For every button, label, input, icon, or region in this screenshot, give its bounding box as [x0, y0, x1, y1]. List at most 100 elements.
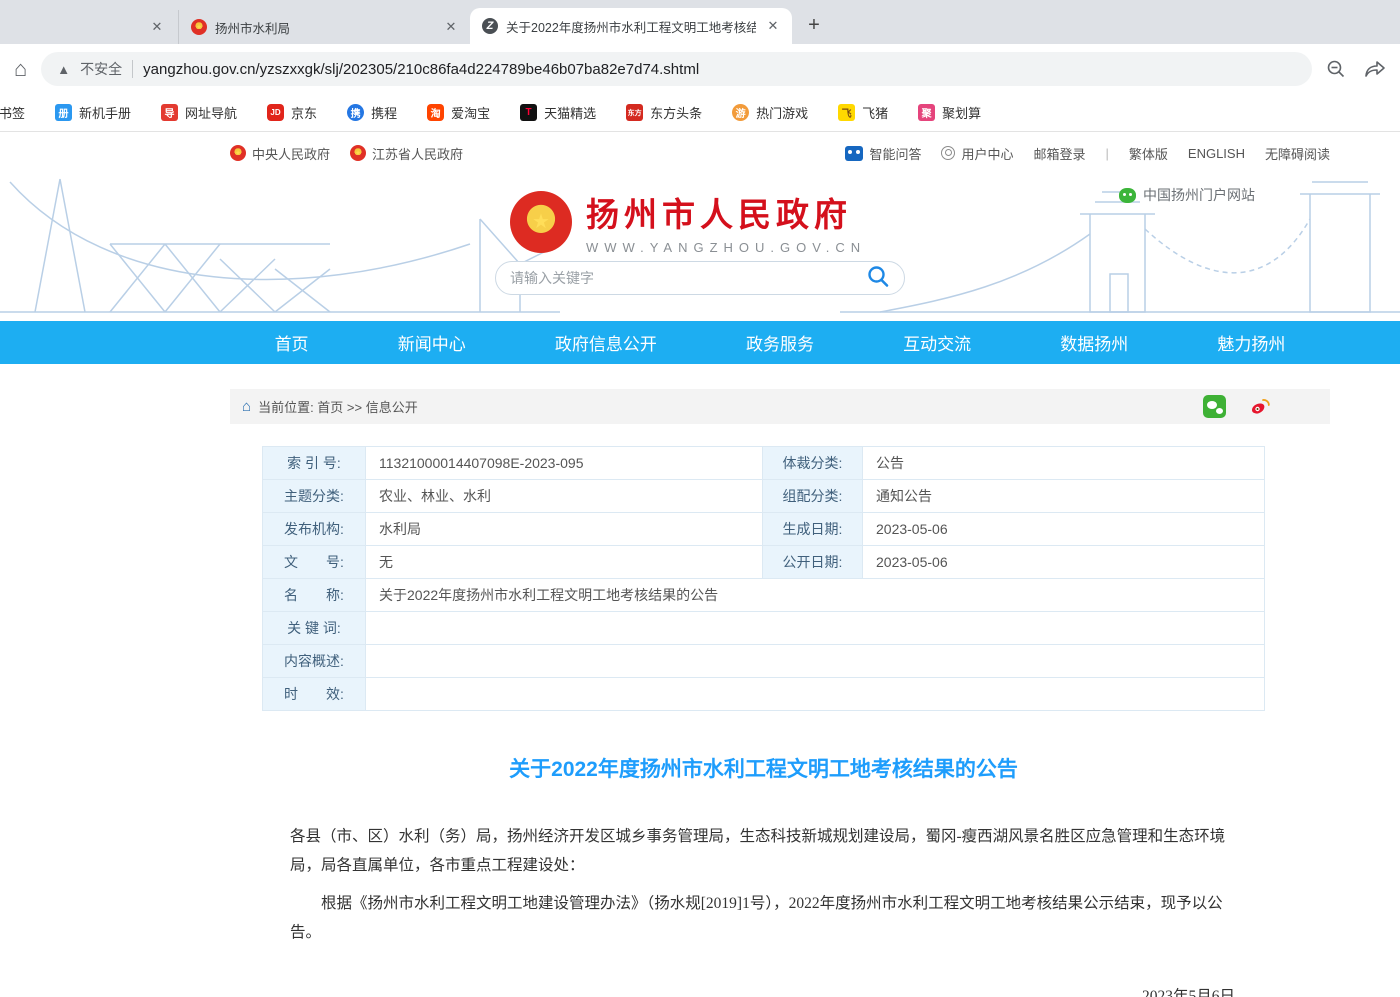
link-english[interactable]: ENGLISH — [1188, 146, 1245, 161]
zoom-out-icon[interactable] — [1326, 59, 1346, 79]
table-row: 文 号: 无 公开日期: 2023-05-06 — [263, 546, 1264, 579]
bookmark-item[interactable]: 游 热门游戏 — [732, 103, 808, 122]
link-mail-login[interactable]: 邮箱登录 — [1033, 144, 1085, 163]
table-row: 主题分类: 农业、林业、水利 组配分类: 通知公告 — [263, 480, 1264, 513]
bookmark-label: 机书签 — [0, 103, 25, 122]
tab-yangzhou-water-bureau[interactable]: ★ 扬州市水利局 ✕ — [178, 10, 470, 44]
bridge-sketch-left — [0, 174, 560, 321]
nav-gov-info-disclosure[interactable]: 政府信息公开 — [555, 330, 657, 355]
field-value: 关于2022年度扬州市水利工程文明工地考核结果的公告 — [366, 579, 1264, 611]
nav-charm-yangzhou[interactable]: 魅力扬州 — [1217, 330, 1285, 355]
breadcrumb: 当前位置: 首页 >> 信息公开 — [258, 397, 418, 416]
home-icon[interactable]: ⌂ — [242, 399, 251, 414]
weibo-share-icon[interactable] — [1248, 395, 1272, 419]
table-row: 名 称: 关于2022年度扬州市水利工程文明工地考核结果的公告 — [263, 579, 1264, 612]
bookmark-label: 爱淘宝 — [451, 103, 490, 122]
share-icon[interactable] — [1364, 59, 1386, 79]
bookmarks-bar: 机书签 册 新机手册 导 网址导航 JD 京东 携 携程 淘 爱淘宝 T 天猫精… — [0, 94, 1400, 132]
bookmark-icon: 导 — [161, 104, 178, 121]
search-input[interactable] — [510, 270, 866, 286]
home-icon[interactable]: ⌂ — [14, 58, 27, 80]
article-title: 关于2022年度扬州市水利工程文明工地考核结果的公告 — [262, 753, 1265, 783]
url-field[interactable]: ▲ 不安全 yangzhou.gov.cn/yzszxxgk/slj/20230… — [41, 52, 1312, 86]
bookmark-icon: 册 — [55, 104, 72, 121]
bookmark-label: 聚划算 — [942, 103, 981, 122]
article-paragraph: 各县（市、区）水利（务）局，扬州经济开发区城乡事务管理局，生态科技新城规划建设局… — [262, 823, 1265, 880]
link-central-government[interactable]: ★ 中央人民政府 — [230, 144, 330, 163]
bookmark-item[interactable]: 淘 爱淘宝 — [427, 103, 490, 122]
nav-news-center[interactable]: 新闻中心 — [398, 330, 466, 355]
bookmark-label: 新机手册 — [79, 103, 131, 122]
bookmark-item[interactable]: T 天猫精选 — [520, 103, 596, 122]
close-icon[interactable]: ✕ — [442, 18, 460, 36]
wechat-icon — [1119, 188, 1136, 203]
new-tab-button[interactable]: + — [800, 11, 828, 39]
close-icon[interactable]: ✕ — [764, 17, 782, 35]
bookmark-item[interactable]: 册 新机手册 — [55, 103, 131, 122]
field-label: 名 称: — [263, 579, 366, 611]
bookmark-label: 携程 — [371, 103, 397, 122]
link-label: 智能问答 — [869, 144, 921, 163]
gov-emblem-icon: ★ — [230, 145, 246, 161]
national-emblem-icon: ★ — [510, 191, 572, 253]
site-url: WWW.YANGZHOU.GOV.CN — [586, 240, 866, 255]
divider — [132, 60, 133, 78]
field-label: 文 号: — [263, 546, 366, 578]
bookmark-icon: 飞 — [838, 104, 855, 121]
field-value — [366, 678, 1264, 710]
bookmark-item[interactable]: 聚 聚划算 — [918, 103, 981, 122]
bookmark-item[interactable]: 导 网址导航 — [161, 103, 237, 122]
site-banner: ★ 扬州市人民政府 WWW.YANGZHOU.GOV.CN 中国扬州门户网站 — [0, 174, 1400, 321]
field-value: 水利局 — [366, 513, 763, 545]
bookmark-item[interactable]: JD 京东 — [267, 103, 317, 122]
field-label: 内容概述: — [263, 645, 366, 677]
divider: | — [1106, 146, 1109, 161]
field-label: 公开日期: — [763, 546, 863, 578]
field-value: 农业、林业、水利 — [366, 480, 763, 512]
field-label: 体裁分类: — [763, 447, 863, 479]
link-smart-qa[interactable]: 智能问答 — [845, 144, 921, 163]
tab-announcement-active[interactable]: Z 关于2022年度扬州市水利工程文明工地考核结果的公告 ✕ — [470, 8, 792, 44]
field-value: 无 — [366, 546, 763, 578]
close-icon[interactable]: ✕ — [148, 18, 166, 36]
gov-emblem-icon: ★ — [191, 19, 207, 35]
nav-data-yangzhou[interactable]: 数据扬州 — [1060, 330, 1128, 355]
link-accessibility[interactable]: 无障碍阅读 — [1265, 144, 1330, 163]
bookmark-label: 网址导航 — [185, 103, 237, 122]
field-label: 生成日期: — [763, 513, 863, 545]
document-metadata-table: 索 引 号: 11321000014407098E-2023-095 体裁分类:… — [262, 446, 1265, 711]
not-secure-warning-icon[interactable]: ▲ — [57, 62, 70, 77]
link-jiangsu-government[interactable]: ★ 江苏省人民政府 — [350, 144, 463, 163]
main-navigation: 首页 新闻中心 政府信息公开 政务服务 互动交流 数据扬州 魅力扬州 — [0, 321, 1400, 364]
bookmark-label: 东方头条 — [650, 103, 702, 122]
bookmark-item[interactable]: 东方 东方头条 — [626, 103, 702, 122]
nav-home[interactable]: 首页 — [275, 330, 309, 355]
tab-partial[interactable]: ✕ — [0, 10, 178, 44]
field-label: 索 引 号: — [263, 447, 366, 479]
article-paragraph: 根据《扬州市水利工程文明工地建设管理办法》（扬水规[2019]1号），2022年… — [262, 890, 1265, 947]
article-date: 2023年5月6日 — [262, 984, 1265, 997]
site-logo[interactable]: ★ 扬州市人民政府 WWW.YANGZHOU.GOV.CN — [510, 188, 890, 255]
wechat-share-icon[interactable] — [1203, 395, 1226, 418]
browser-tab-bar: ✕ ★ 扬州市水利局 ✕ Z 关于2022年度扬州市水利工程文明工地考核结果的公… — [0, 0, 1400, 44]
search-icon[interactable] — [866, 264, 890, 293]
bookmark-item[interactable]: 飞 飞猪 — [838, 103, 888, 122]
bookmark-item[interactable]: 携 携程 — [347, 103, 397, 122]
nav-interaction[interactable]: 互动交流 — [903, 330, 971, 355]
table-row: 索 引 号: 11321000014407098E-2023-095 体裁分类:… — [263, 447, 1264, 480]
link-label: 江苏省人民政府 — [372, 144, 463, 163]
field-value — [366, 645, 1264, 677]
breadcrumb-bar: ⌂ 当前位置: 首页 >> 信息公开 — [230, 389, 1330, 424]
portal-link[interactable]: 中国扬州门户网站 — [1119, 185, 1255, 205]
robot-icon — [845, 146, 863, 161]
nav-gov-services[interactable]: 政务服务 — [746, 330, 814, 355]
link-traditional-chinese[interactable]: 繁体版 — [1129, 144, 1168, 163]
url-text[interactable]: yangzhou.gov.cn/yzszxxgk/slj/202305/210c… — [143, 61, 699, 78]
bookmark-icon: 聚 — [918, 104, 935, 121]
bookmark-icon: 淘 — [427, 104, 444, 121]
link-user-center[interactable]: 用户中心 — [941, 144, 1013, 163]
bookmark-item[interactable]: 机书签 — [0, 103, 25, 122]
bookmark-icon: JD — [267, 104, 284, 121]
table-row: 关 键 词: — [263, 612, 1264, 645]
field-value — [366, 612, 1264, 644]
